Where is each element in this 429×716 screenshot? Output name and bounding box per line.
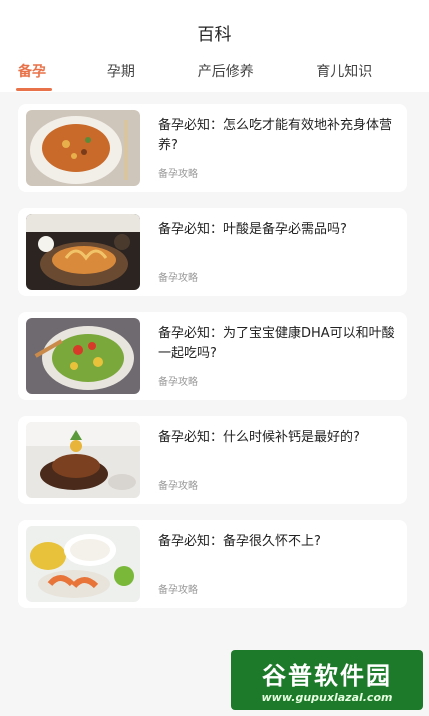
article-info: 备孕必知：什么时候补钙是最好的? 备孕攻略 xyxy=(140,422,399,498)
article-card[interactable]: 备孕必知：备孕很久怀不上? 备孕攻略 xyxy=(18,520,407,608)
tab-label: 产后修养 xyxy=(197,64,254,80)
article-card[interactable]: 备孕必知：为了宝宝健康DHA可以和叶酸一起吃吗? 备孕攻略 xyxy=(18,312,407,400)
article-list: 备孕必知：怎么吃才能有效地补充身体营养? 备孕攻略 备孕必知：叶酸是备孕必需品吗… xyxy=(0,92,429,608)
shrimp-rice-image xyxy=(26,526,140,602)
article-tag: 备孕攻略 xyxy=(158,585,198,596)
article-card[interactable]: 备孕必知：怎么吃才能有效地补充身体营养? 备孕攻略 xyxy=(18,104,407,192)
tab-pregnancy-prep[interactable]: 备孕 xyxy=(16,55,107,91)
tab-postpartum[interactable]: 产后修养 xyxy=(198,55,317,87)
tab-label: 育儿知识 xyxy=(316,64,373,80)
category-tabs: 备孕 孕期 产后修养 育儿知识 xyxy=(0,50,429,92)
article-title: 备孕必知：叶酸是备孕必需品吗? xyxy=(158,222,347,237)
fried-rice-image xyxy=(26,110,140,186)
page-title: 百科 xyxy=(197,24,232,45)
article-info: 备孕必知：叶酸是备孕必需品吗? 备孕攻略 xyxy=(140,214,399,290)
article-card[interactable]: 备孕必知：叶酸是备孕必需品吗? 备孕攻略 xyxy=(18,208,407,296)
article-info: 备孕必知：备孕很久怀不上? 备孕攻略 xyxy=(140,526,399,602)
article-tag: 备孕攻略 xyxy=(158,169,198,180)
tab-pregnancy[interactable]: 孕期 xyxy=(107,55,198,87)
article-title: 备孕必知：什么时候补钙是最好的? xyxy=(158,430,360,445)
seafood-noodle-image xyxy=(26,214,140,290)
site-watermark: 谷普软件园 www.gupuxlazal.com xyxy=(231,650,423,710)
article-title: 备孕必知：备孕很久怀不上? xyxy=(158,534,321,549)
article-tag: 备孕攻略 xyxy=(158,377,198,388)
watermark-name: 谷普软件园 xyxy=(262,662,392,690)
article-title: 备孕必知：为了宝宝健康DHA可以和叶酸一起吃吗? xyxy=(158,326,395,361)
tab-label: 备孕 xyxy=(18,64,46,80)
article-card[interactable]: 备孕必知：什么时候补钙是最好的? 备孕攻略 xyxy=(18,416,407,504)
vegetable-salad-image xyxy=(26,318,140,394)
article-info: 备孕必知：怎么吃才能有效地补充身体营养? 备孕攻略 xyxy=(140,110,399,186)
article-tag: 备孕攻略 xyxy=(158,481,198,492)
tab-parenting[interactable]: 育儿知识 xyxy=(316,55,415,87)
article-tag: 备孕攻略 xyxy=(158,273,198,284)
watermark-url: www.gupuxlazal.com xyxy=(261,691,393,704)
article-title: 备孕必知：怎么吃才能有效地补充身体营养? xyxy=(158,118,393,153)
active-tab-indicator xyxy=(16,88,52,91)
grilled-meat-image xyxy=(26,422,140,498)
tab-label: 孕期 xyxy=(106,64,135,80)
article-info: 备孕必知：为了宝宝健康DHA可以和叶酸一起吃吗? 备孕攻略 xyxy=(140,318,399,394)
app-header: 百科 xyxy=(0,0,429,50)
